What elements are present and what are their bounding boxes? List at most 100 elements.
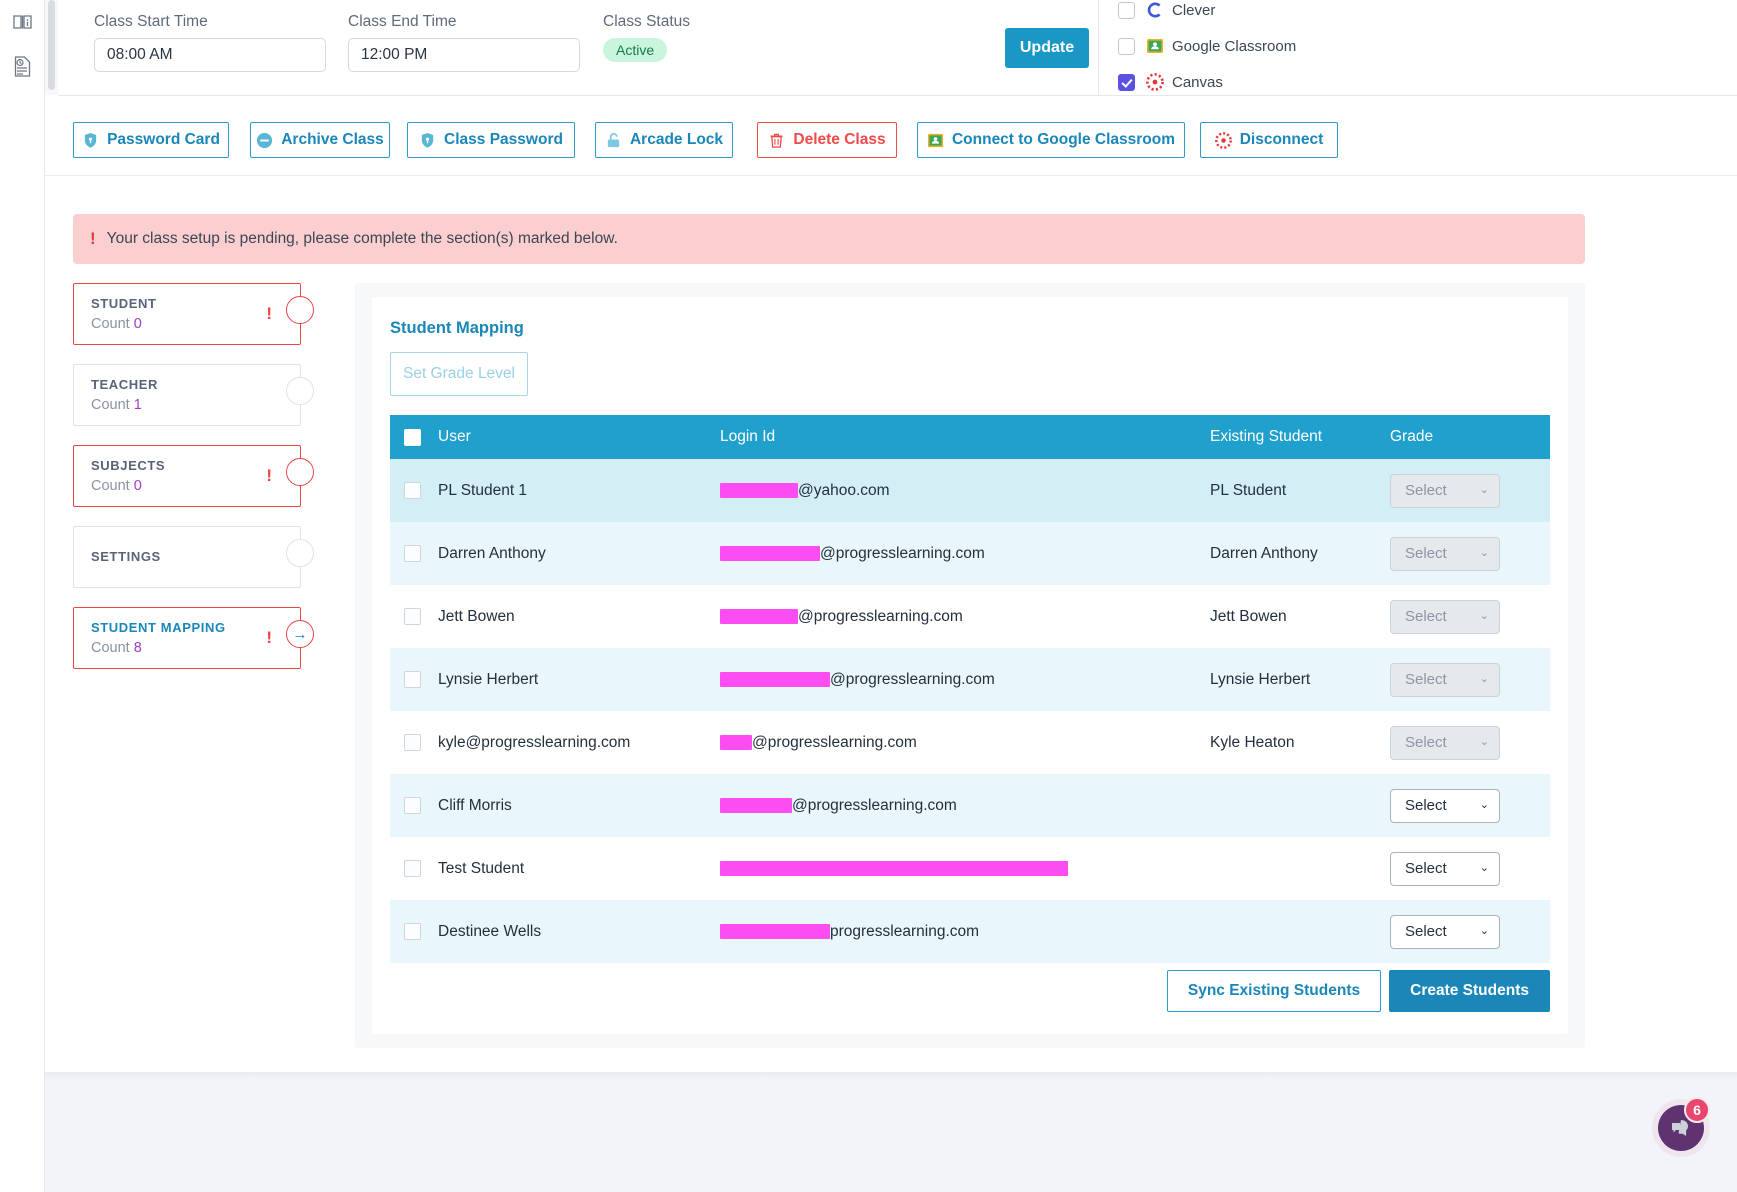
setup-step-student[interactable]: STUDENT Count 0! <box>73 283 314 345</box>
cell-login-id: @progresslearning.com <box>720 608 1210 626</box>
step-count-value: 8 <box>133 640 142 656</box>
grade-select-value: Select <box>1405 482 1447 499</box>
archive-class-button[interactable]: Archive Class <box>250 122 390 158</box>
grade-select[interactable]: Select ⌄ <box>1390 788 1500 823</box>
row-checkbox[interactable] <box>404 923 421 940</box>
step-count-label: Count <box>91 640 130 656</box>
chat-unread-badge: 6 <box>1684 1097 1710 1123</box>
trash-icon <box>768 132 785 149</box>
shield-key-icon <box>419 132 436 149</box>
lms-checkbox-clever[interactable] <box>1118 1 1135 19</box>
table-row[interactable]: Cliff Morris @progresslearning.com Select ⌄ <box>390 774 1550 837</box>
setup-step-settings[interactable]: SETTINGS <box>73 526 314 588</box>
grade-select[interactable]: Select ⌄ <box>1390 851 1500 886</box>
table-row[interactable]: Lynsie Herbert @progresslearning.com Lynsi… <box>390 648 1550 711</box>
cell-login-id: progresslearning.com <box>720 923 1210 941</box>
lms-option-canvas[interactable]: Canvas <box>1118 64 1418 100</box>
cell-user: PL Student 1 <box>438 481 528 499</box>
vertical-divider <box>1098 0 1099 96</box>
setup-step-student-mapping[interactable]: STUDENT MAPPING Count 8! → <box>73 607 314 669</box>
cell-existing-student: Darren Anthony <box>1210 544 1318 562</box>
lms-label: Google Classroom <box>1172 37 1297 55</box>
setup-step-subjects[interactable]: SUBJECTS Count 0! <box>73 445 314 507</box>
lms-option-google-classroom[interactable]: Google Classroom <box>1118 28 1418 64</box>
student-mapping-table: User Login Id Existing Student Grade PL … <box>390 415 1550 963</box>
arcade-lock-button[interactable]: Arcade Lock <box>595 122 733 158</box>
step-status-dot <box>286 296 314 324</box>
step-count-value: 0 <box>133 478 142 494</box>
row-checkbox[interactable] <box>404 797 421 814</box>
row-checkbox[interactable] <box>404 545 421 562</box>
table-row[interactable]: Destinee Wells progresslearning.com Select… <box>390 900 1550 963</box>
shield-key-icon <box>419 132 436 149</box>
delete-class-button[interactable]: Delete Class <box>757 122 897 158</box>
lms-checkbox-google-classroom[interactable] <box>1118 37 1135 55</box>
book-info-icon[interactable] <box>0 0 45 44</box>
create-students-button[interactable]: Create Students <box>1389 970 1550 1012</box>
set-grade-level-button[interactable]: Set Grade Level <box>390 352 528 396</box>
row-checkbox[interactable] <box>404 734 421 751</box>
step-count-value: 0 <box>133 316 142 332</box>
row-checkbox[interactable] <box>404 482 421 499</box>
table-row[interactable]: Darren Anthony @progresslearning.com Darre… <box>390 522 1550 585</box>
cell-grade: Select ⌄ <box>1390 599 1550 634</box>
cell-user: Lynsie Herbert <box>438 670 539 688</box>
grade-select-value: Select <box>1405 797 1447 814</box>
bottom-shadow <box>45 1072 1737 1080</box>
button-label: Delete Class <box>793 131 886 148</box>
cell-login-id: @progresslearning.com <box>720 797 1210 815</box>
table-row[interactable]: kyle@progresslearning.com @progresslearni… <box>390 711 1550 774</box>
grade-select-value: Select <box>1405 608 1447 625</box>
column-header-user: User <box>438 428 471 445</box>
connect-to-google-classroom-button[interactable]: Connect to Google Classroom <box>917 122 1185 158</box>
update-button[interactable]: Update <box>1005 28 1089 68</box>
setup-step-teacher[interactable]: TEACHER Count 1 <box>73 364 314 426</box>
grade-select-value: Select <box>1405 734 1447 751</box>
step-status-dot: → <box>286 620 314 648</box>
lms-option-clever[interactable]: Clever <box>1118 0 1418 28</box>
cell-grade: Select ⌄ <box>1390 788 1550 823</box>
row-checkbox[interactable] <box>404 608 421 625</box>
class-end-time-field: Class End Time <box>348 13 580 72</box>
google-classroom-icon <box>1145 37 1164 56</box>
table-header-row: User Login Id Existing Student Grade <box>390 415 1550 459</box>
table-row[interactable]: Jett Bowen @progresslearning.com Jett Bowe… <box>390 585 1550 648</box>
grade-select: Select ⌄ <box>1390 725 1500 760</box>
row-select-cell <box>390 734 438 751</box>
login-id-suffix: @progresslearning.com <box>820 544 985 562</box>
row-checkbox[interactable] <box>404 671 421 688</box>
sync-existing-students-button[interactable]: Sync Existing Students <box>1166 970 1382 1012</box>
class-status-label: Class Status <box>603 13 691 30</box>
login-id-suffix: @progresslearning.com <box>830 670 995 688</box>
grade-select[interactable]: Select ⌄ <box>1390 914 1500 949</box>
cell-user: Cliff Morris <box>438 796 512 814</box>
lms-integration-list: Clever Google Classroom Canvas <box>1118 0 1418 100</box>
select-all-checkbox[interactable] <box>404 428 421 446</box>
page-title: Student Mapping <box>390 319 524 337</box>
cell-login-id <box>720 860 1210 878</box>
button-label: Archive Class <box>281 131 384 148</box>
class-setup-panel: ! Your class setup is pending, please co… <box>45 176 1737 1192</box>
cell-grade: Select ⌄ <box>1390 914 1550 949</box>
disconnect-button[interactable]: Disconnect <box>1200 122 1338 158</box>
left-icon-rail <box>0 0 45 1192</box>
scrollbar-thumb[interactable] <box>48 0 55 90</box>
cell-login-id: @progresslearning.com <box>720 671 1210 689</box>
class-end-time-input[interactable] <box>348 38 580 72</box>
page-scrollbar[interactable] <box>45 0 58 95</box>
row-checkbox[interactable] <box>404 860 421 877</box>
table-row[interactable]: Test Student Select ⌄ <box>390 837 1550 900</box>
table-row[interactable]: PL Student 1 @yahoo.com PL Student Select ⌄ <box>390 459 1550 522</box>
lms-checkbox-canvas[interactable] <box>1118 73 1135 91</box>
class-password-button[interactable]: Class Password <box>407 122 575 158</box>
report-clock-icon[interactable] <box>0 44 45 88</box>
card-footer-actions: Sync Existing Students Create Students <box>1166 970 1550 1012</box>
grade-select: Select ⌄ <box>1390 599 1500 634</box>
class-status-field: Class Status Active <box>603 13 690 62</box>
password-card-button[interactable]: Password Card <box>73 122 229 158</box>
chevron-down-icon: ⌄ <box>1479 547 1489 559</box>
cell-login-id: @progresslearning.com <box>720 734 1210 752</box>
login-id-suffix: progresslearning.com <box>830 922 980 940</box>
class-start-time-input[interactable] <box>94 38 326 72</box>
step-count-label: Count <box>91 316 130 332</box>
